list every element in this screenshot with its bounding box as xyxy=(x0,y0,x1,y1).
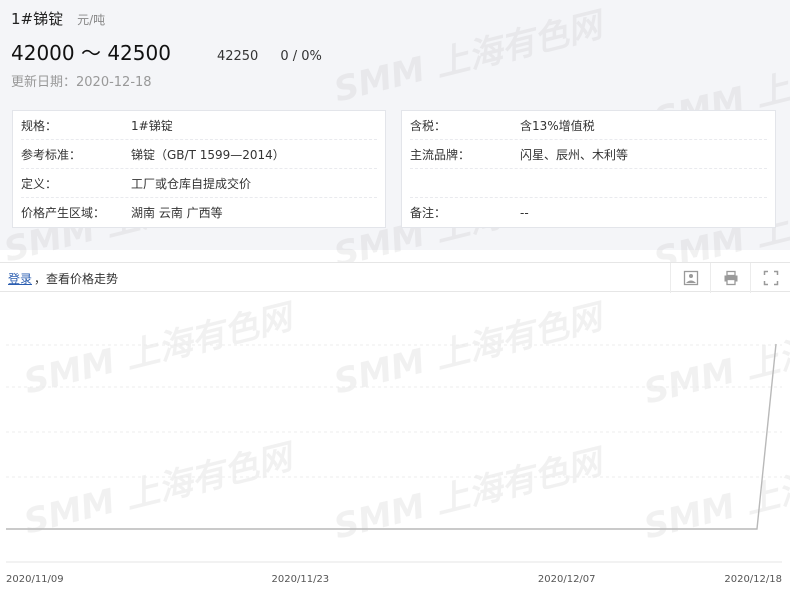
info-row-standard: 参考标准： 锑锭（GB/T 1599—2014） xyxy=(21,140,377,169)
price-series-line xyxy=(6,343,777,530)
info-value: 工厂或仓库自提成交价 xyxy=(131,176,252,191)
info-row-empty xyxy=(410,169,767,198)
x-tick-label: 2020/12/07 xyxy=(538,574,596,585)
info-value: 闪星、辰州、木利等 xyxy=(520,147,629,162)
info-label: 主流品牌： xyxy=(410,147,471,162)
login-link[interactable]: 登录 xyxy=(8,270,32,287)
info-value: 1#锑锭 xyxy=(131,118,173,133)
price-range: 42000 ～ 42500 xyxy=(11,41,171,65)
chart-canvas: 2020/11/09 2020/11/23 2020/12/07 2020/12/18 xyxy=(5,343,782,585)
average-price: 42250 xyxy=(216,49,259,64)
info-label: 含税： xyxy=(410,118,447,133)
x-tick-label: 2020/12/18 xyxy=(724,574,782,585)
x-tick-label: 2020/11/23 xyxy=(272,574,330,585)
watermark: SMM 上海有色网 xyxy=(330,5,606,111)
price-change: 0 / 0% xyxy=(280,49,322,64)
info-row-region: 价格产生区域： 湖南 云南 广西等 xyxy=(21,198,377,227)
info-row-definition: 定义： 工厂或仓库自提成交价 xyxy=(21,169,377,198)
print-icon[interactable] xyxy=(710,263,750,293)
info-row-tax: 含税： 含13%增值税 xyxy=(410,111,767,140)
info-value: 含13%增值税 xyxy=(520,118,595,133)
price-row: 42000 ～ 42500 42250 0 / 0% xyxy=(11,37,322,66)
image-download-icon[interactable] xyxy=(670,263,710,293)
info-value: 锑锭（GB/T 1599—2014） xyxy=(131,147,285,162)
product-title-row: 1#锑锭 元/吨 xyxy=(11,8,105,29)
info-value: 湖南 云南 广西等 xyxy=(131,206,223,220)
info-row-brands: 主流品牌： 闪星、辰州、木利等 xyxy=(410,140,767,169)
info-label: 定义： xyxy=(21,176,58,191)
product-title: 1#锑锭 xyxy=(11,10,64,28)
price-unit: 元/吨 xyxy=(77,13,106,27)
fullscreen-icon[interactable] xyxy=(750,263,790,293)
x-tick-label: 2020/11/09 xyxy=(6,574,64,585)
spec-info-box-left: 规格： 1#锑锭 参考标准： 锑锭（GB/T 1599—2014） 定义： 工厂… xyxy=(12,110,386,228)
info-label: 备注： xyxy=(410,206,447,220)
info-label: 价格产生区域： xyxy=(21,206,106,220)
info-label: 参考标准： xyxy=(21,147,82,162)
spec-info-box-right: 含税： 含13%增值税 主流品牌： 闪星、辰州、木利等 备注： -- xyxy=(401,110,776,228)
info-value: -- xyxy=(520,205,529,220)
price-trend-chart: SMM 上海有色网 SMM 上海有色网 SMM 上海有色网 SMM 上海有色网 … xyxy=(0,292,790,589)
trend-hint-text: ，查看价格走势 xyxy=(34,272,119,286)
update-date: 更新日期：2020-12-18 xyxy=(11,75,152,90)
info-row-spec: 规格： 1#锑锭 xyxy=(21,111,377,140)
chart-toolbar: 登录 ，查看价格走势 xyxy=(0,262,790,293)
price-summary-panel: SMM 上海有色网 SMM 上海有色网 SMM 上海有色网 SMM 上海有色网 … xyxy=(0,0,790,280)
chart-tool-icons xyxy=(670,263,790,293)
info-label: 规格： xyxy=(21,118,58,133)
info-row-remarks: 备注： -- xyxy=(410,198,767,227)
